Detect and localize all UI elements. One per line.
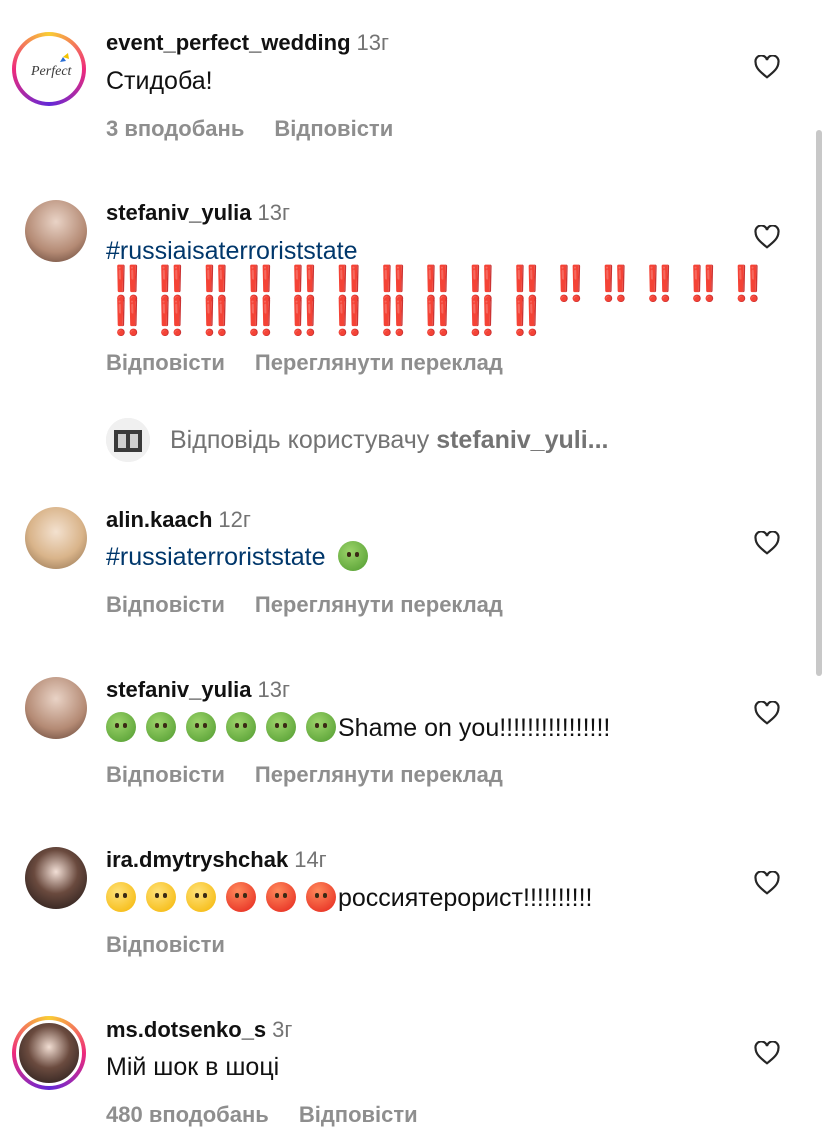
heart-outline-icon[interactable] <box>754 531 780 555</box>
avatar[interactable] <box>25 677 87 739</box>
timestamp: 13г <box>257 200 291 225</box>
comment-header: stefaniv_yulia 13г <box>106 200 290 226</box>
comment-body: #russiaterroriststate <box>106 541 378 572</box>
reply-button[interactable]: Відповісти <box>106 932 225 957</box>
reply-button[interactable]: Відповісти <box>106 762 225 787</box>
alarm-emoji-line: ‼️‼️‼️‼️‼️‼️‼️‼️‼️‼️‼️‼️‼️‼️‼️ <box>106 265 772 303</box>
likes-count[interactable]: 480 вподобань <box>106 1102 269 1127</box>
avatar[interactable] <box>25 200 87 262</box>
comment-actions: Відповісти <box>106 932 255 958</box>
heart-outline-icon[interactable] <box>754 55 780 79</box>
reply-button[interactable]: Відповісти <box>274 116 393 141</box>
comment-actions: Відповісти Переглянути переклад <box>106 350 533 376</box>
nauseated-face-icon <box>226 712 256 742</box>
comment-header: ira.dmytryshchak 14г <box>106 847 327 873</box>
vomiting-face-icon <box>337 541 368 571</box>
nauseated-face-icon <box>146 712 176 742</box>
view-translation-button[interactable]: Переглянути переклад <box>255 762 503 787</box>
hashtag-link[interactable]: #russiaterroriststate <box>106 543 326 571</box>
timestamp: 14г <box>294 847 327 872</box>
comment-text: россиятерорист!!!!!!!!!! <box>338 884 593 912</box>
reply-prefix: Відповідь користувачу <box>170 426 437 454</box>
username-link[interactable]: stefaniv_yulia <box>106 200 252 225</box>
timestamp: 3г <box>272 1017 293 1042</box>
username-link[interactable]: ira.dmytryshchak <box>106 847 288 872</box>
username-link[interactable]: alin.kaach <box>106 507 212 532</box>
heart-outline-icon[interactable] <box>754 1041 780 1065</box>
reply-button[interactable]: Відповісти <box>299 1102 418 1127</box>
username-link[interactable]: ms.dotsenko_s <box>106 1017 266 1042</box>
comment-header: stefaniv_yulia 13г <box>106 677 290 703</box>
angry-face-icon <box>266 882 296 912</box>
svg-text:Perfect: Perfect <box>30 64 73 79</box>
avatar[interactable] <box>25 507 87 569</box>
nauseated-face-icon <box>306 712 336 742</box>
reply-username[interactable]: stefaniv_yuli... <box>436 426 608 454</box>
username-link[interactable]: event_perfect_wedding <box>106 30 351 55</box>
comment-body: Shame on you!!!!!!!!!!!!!!!! <box>106 712 610 743</box>
heart-outline-icon[interactable] <box>754 701 780 725</box>
comment-text: Стидоба! <box>106 67 213 95</box>
nauseated-face-icon <box>186 712 216 742</box>
crying-face-icon <box>106 882 136 912</box>
storefront-avatar-icon <box>106 418 150 462</box>
comment-text: Shame on you!!!!!!!!!!!!!!!! <box>338 714 611 742</box>
username-link[interactable]: stefaniv_yulia <box>106 677 252 702</box>
timestamp: 13г <box>257 677 291 702</box>
view-translation-button[interactable]: Переглянути переклад <box>255 592 503 617</box>
brand-logo-icon: Perfect <box>19 39 79 99</box>
timestamp: 13г <box>356 30 390 55</box>
comment-header: ms.dotsenko_s 3г <box>106 1017 292 1043</box>
scrollbar[interactable] <box>816 130 822 676</box>
heart-outline-icon[interactable] <box>754 225 780 249</box>
crying-face-icon <box>146 882 176 912</box>
timestamp: 12г <box>218 507 251 532</box>
heart-outline-icon[interactable] <box>754 871 780 895</box>
alarm-emoji-line: ‼️‼️‼️‼️‼️‼️‼️‼️‼️‼️ <box>106 299 550 337</box>
comment-actions: 480 вподобань Відповісти <box>106 1102 448 1128</box>
hashtag-link[interactable]: #russiaisaterroriststate <box>106 237 357 266</box>
reply-button[interactable]: Відповісти <box>106 350 225 375</box>
avatar[interactable]: Perfect <box>12 32 86 106</box>
crying-face-icon <box>186 882 216 912</box>
comment-header: alin.kaach 12г <box>106 507 251 533</box>
angry-face-icon <box>226 882 256 912</box>
comment-actions: Відповісти Переглянути переклад <box>106 592 533 618</box>
comment-actions: Відповісти Переглянути переклад <box>106 762 533 788</box>
angry-face-icon <box>306 882 336 912</box>
reply-button[interactable]: Відповісти <box>106 592 225 617</box>
likes-count[interactable]: 3 вподобань <box>106 116 244 141</box>
view-translation-button[interactable]: Переглянути переклад <box>255 350 503 375</box>
replies-label: Відповідь користувачу stefaniv_yuli... <box>170 426 609 455</box>
avatar[interactable] <box>12 1016 86 1090</box>
nauseated-face-icon <box>266 712 296 742</box>
nauseated-face-icon <box>106 712 136 742</box>
reply-avatar <box>106 418 150 462</box>
comment-text: Мій шок в шоці <box>106 1053 280 1081</box>
avatar[interactable] <box>25 847 87 909</box>
comment-body: россиятерорист!!!!!!!!!! <box>106 882 592 913</box>
comment-header: event_perfect_wedding 13г <box>106 30 389 56</box>
comment-actions: 3 вподобань Відповісти <box>106 116 423 142</box>
